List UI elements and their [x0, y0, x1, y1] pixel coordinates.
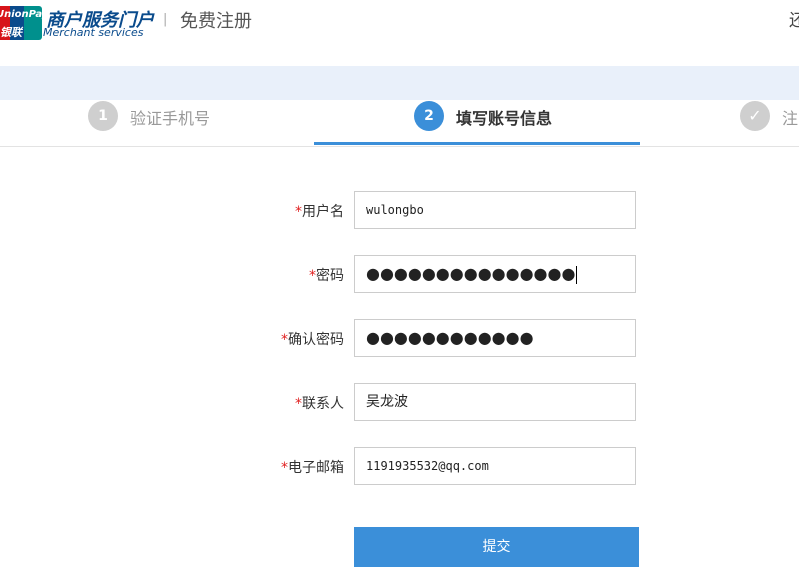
header-band — [0, 66, 799, 100]
password-label: *密码 — [309, 265, 344, 285]
step-3-check-icon: ✓ — [740, 101, 770, 131]
contact-value: 吴龙波 — [366, 394, 408, 410]
text-caret — [576, 265, 578, 284]
page-title: 免费注册 — [180, 11, 252, 32]
username-label: *用户名 — [295, 201, 344, 221]
required-mark: * — [281, 332, 288, 348]
step-1-label: 验证手机号 — [130, 109, 211, 128]
username-label-text: 用户名 — [302, 204, 344, 220]
confirm-password-input[interactable]: ●●●●●●●●●●●● — [354, 319, 636, 357]
username-input[interactable]: wulongbo — [354, 191, 636, 229]
username-value: wulongbo — [366, 203, 424, 217]
header-separator: | — [163, 12, 168, 27]
confirm-password-value: ●●●●●●●●●●●● — [366, 328, 534, 347]
logo-text-unionpay: UnionPay — [0, 9, 42, 20]
password-value: ●●●●●●●●●●●●●●● — [366, 264, 576, 283]
contact-label-text: 联系人 — [302, 396, 344, 412]
email-label: *电子邮箱 — [281, 457, 344, 477]
required-mark: * — [295, 396, 302, 412]
header-right-link[interactable]: 还 — [789, 6, 799, 31]
logo-text-yinlian: 银联 — [0, 26, 22, 39]
active-step-underline — [314, 142, 640, 145]
password-label-text: 密码 — [316, 268, 344, 284]
brand-name-en: Merchant services — [43, 26, 144, 39]
required-mark: * — [309, 268, 316, 284]
password-input[interactable]: ●●●●●●●●●●●●●●● — [354, 255, 636, 293]
step-3-label: 注 — [782, 109, 799, 128]
step-1-number: 1 — [88, 101, 118, 131]
email-label-text: 电子邮箱 — [288, 460, 344, 476]
header: UnionPay 银联 商户服务门户 Merchant services | 免… — [0, 0, 799, 66]
required-mark: * — [281, 460, 288, 476]
step-2-number: 2 — [414, 101, 444, 131]
submit-button[interactable]: 提交 — [354, 527, 639, 567]
contact-input[interactable]: 吴龙波 — [354, 383, 636, 421]
required-mark: * — [295, 204, 302, 220]
email-input[interactable]: 1191935532@qq.com — [354, 447, 636, 485]
confirm-password-label-text: 确认密码 — [288, 332, 344, 348]
email-value: 1191935532@qq.com — [366, 459, 489, 473]
unionpay-logo[interactable]: UnionPay 银联 — [0, 6, 42, 40]
contact-label: *联系人 — [295, 393, 344, 413]
confirm-password-label: *确认密码 — [281, 329, 344, 349]
step-2-label: 填写账号信息 — [456, 109, 553, 128]
step-indicator — [0, 100, 799, 147]
